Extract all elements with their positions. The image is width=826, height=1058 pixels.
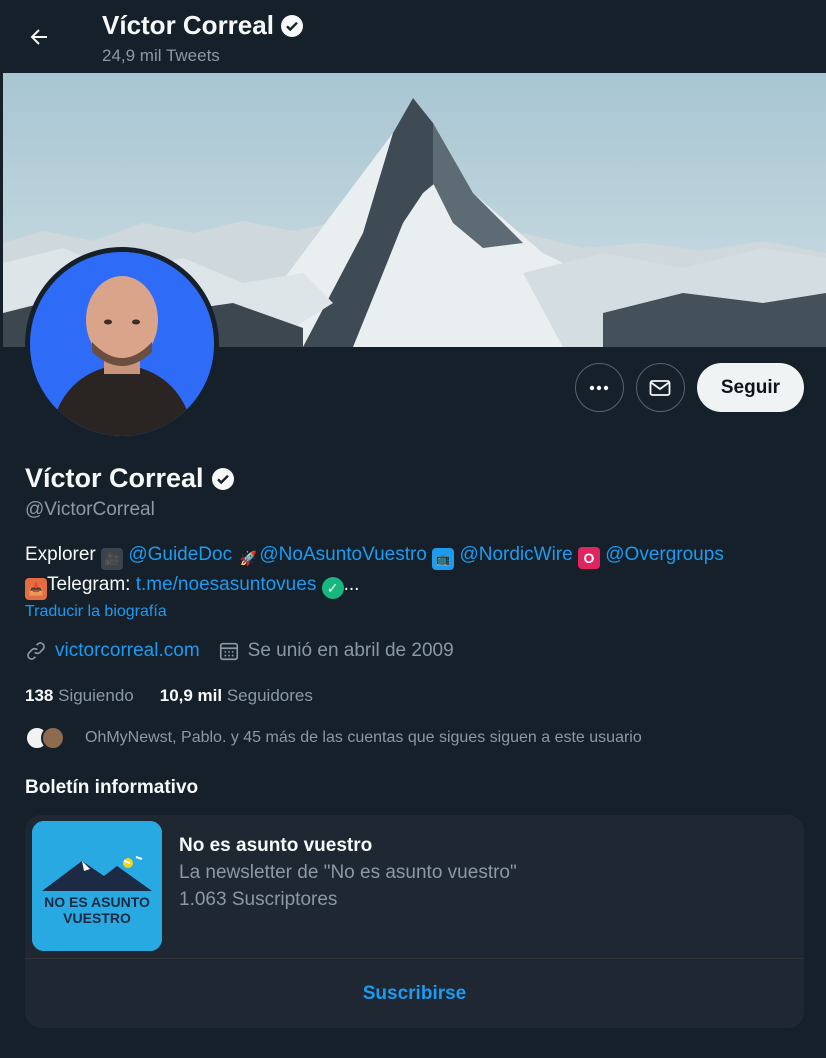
followers-stat[interactable]: 10,9 mil Seguidores: [160, 686, 313, 706]
followers-count: 10,9 mil: [159, 686, 223, 705]
followed-by-text: OhMyNewst, Pablo. y 45 más de las cuenta…: [85, 729, 642, 746]
followers-label: Seguidores: [226, 686, 313, 705]
tweets-count: 24,9 mil Tweets: [102, 46, 220, 65]
verified-icon: [280, 14, 304, 38]
joined-date: Se unió en abril de 2009: [247, 640, 454, 661]
follower-avatar: [41, 726, 65, 750]
mention-link[interactable]: @Overgroups: [605, 544, 724, 565]
following-label: Siguiendo: [58, 686, 134, 705]
avatar-photo: [30, 252, 214, 436]
rocket-icon: 🚀: [239, 550, 258, 566]
bio-prefix: Explorer: [25, 544, 96, 565]
newsletter-subscribers: 1.063 Suscriptores: [179, 889, 338, 910]
profile-meta: victorcorreal.com Se unió en abril de 20…: [25, 640, 454, 662]
newsletter-description: La newsletter de "No es asunto vuestro": [179, 862, 517, 883]
tv-icon: 📺: [432, 548, 455, 570]
o-letter-icon: O: [577, 547, 600, 569]
newsletter-logo: NO ES ASUNTO VUESTRO: [32, 821, 162, 951]
translate-bio-link[interactable]: Traducir la biografía: [25, 603, 167, 621]
bio-ellipsis: ...: [343, 574, 360, 595]
arrow-left-icon: [30, 29, 47, 45]
check-mark-icon: ✓: [321, 577, 344, 599]
top-bar: Víctor Correal 24,9 mil Tweets: [0, 0, 826, 73]
profile-bio: Explorer 🎥 @GuideDoc 🚀 @NoAsuntoVuestro 📺…: [25, 540, 815, 600]
telegram-link[interactable]: t.me/noesasuntovues: [136, 574, 317, 595]
following-stat[interactable]: 138 Siguiendo: [25, 686, 134, 706]
profile-name: Víctor Correal: [25, 463, 235, 494]
newsletter-card[interactable]: NO ES ASUNTO VUESTRO No es asunto vuestr…: [25, 815, 804, 1028]
logo-line1: NO ES ASUNTO: [44, 894, 150, 910]
followed-by[interactable]: OhMyNewst, Pablo. y 45 más de las cuenta…: [25, 726, 642, 750]
website-item: victorcorreal.com: [25, 640, 200, 662]
joined-item: Se unió en abril de 2009: [218, 640, 454, 662]
website-link[interactable]: victorcorreal.com: [55, 640, 200, 662]
camera-icon: 🎥: [101, 548, 124, 570]
profile-avatar[interactable]: [25, 247, 219, 441]
inbox-tray-icon: 📥: [25, 578, 47, 600]
envelope-icon: [649, 379, 671, 396]
link-icon: [27, 642, 45, 660]
newsletter-section-title: Boletín informativo: [25, 777, 199, 798]
mention-link[interactable]: @GuideDoc: [128, 544, 232, 565]
profile-actions: Seguir: [574, 363, 804, 412]
profile-handle: @VictorCorreal: [25, 499, 155, 520]
header-name: Víctor Correal: [102, 10, 304, 41]
more-icon: [590, 385, 609, 390]
calendar-icon: [219, 642, 238, 661]
mention-link[interactable]: @NoAsuntoVuestro: [259, 544, 427, 565]
telegram-label: Telegram:: [47, 574, 131, 595]
newsletter-name: No es asunto vuestro: [179, 835, 373, 856]
profile-name-text: Víctor Correal: [25, 463, 204, 493]
follow-button[interactable]: Seguir: [696, 363, 804, 412]
logo-line2: VUESTRO: [63, 910, 131, 926]
more-options-button[interactable]: [574, 363, 624, 412]
subscribe-button[interactable]: Suscribirse: [25, 959, 804, 1028]
mention-link[interactable]: @NordicWire: [459, 544, 572, 565]
follow-stats: 138 Siguiendo 10,9 mil Seguidores: [25, 686, 313, 706]
header-name-text: Víctor Correal: [102, 10, 274, 40]
message-button[interactable]: [635, 363, 685, 412]
back-button[interactable]: [18, 16, 60, 58]
following-count: 138: [25, 686, 54, 705]
verified-icon: [211, 467, 235, 491]
